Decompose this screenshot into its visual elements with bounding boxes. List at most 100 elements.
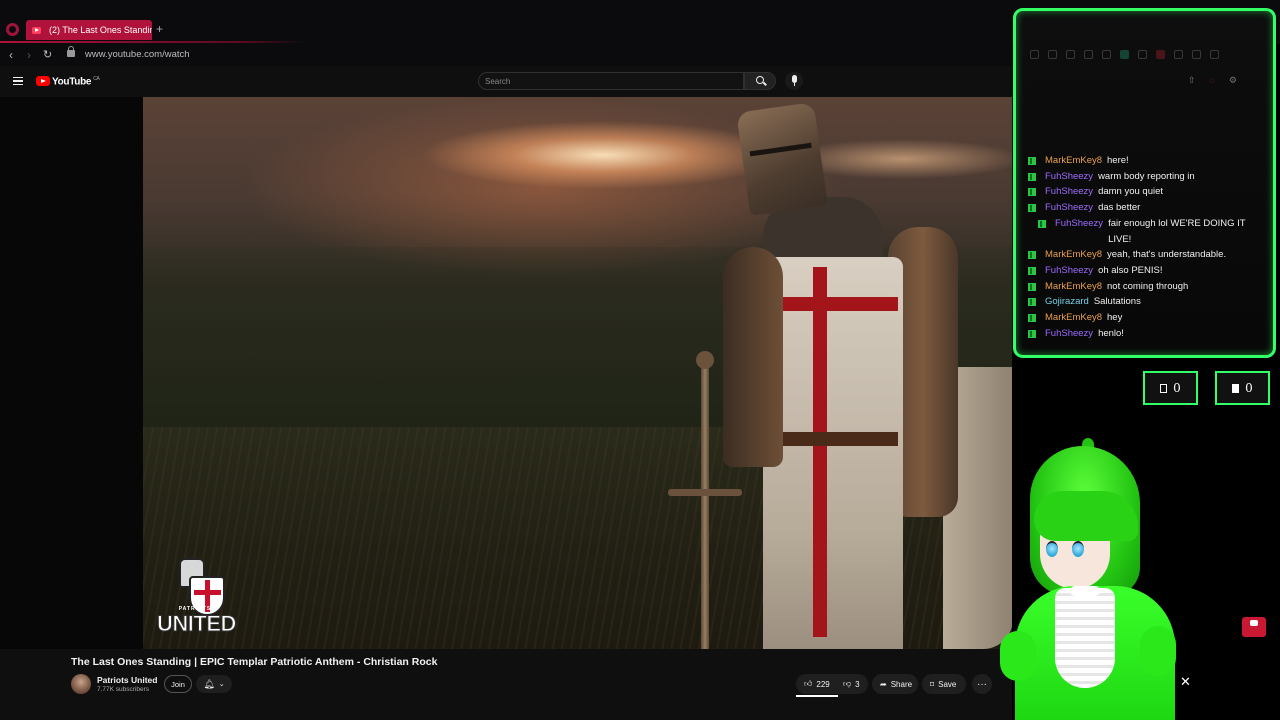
- chat-text: not coming through: [1107, 280, 1189, 292]
- badge-icon: [1028, 266, 1036, 275]
- toolbar-icon[interactable]: [1210, 50, 1219, 59]
- chat-message: MarkEmKey8 hey: [1028, 310, 1264, 326]
- chat-text: warm body reporting in: [1098, 170, 1195, 182]
- knight-belt: [768, 432, 898, 446]
- reload-icon[interactable]: ↻: [43, 48, 52, 61]
- avatar-ribbon: [1070, 586, 1100, 596]
- chat-message: MarkEmKey8 yeah, that's understandable.: [1028, 247, 1264, 263]
- avatar-eye: [1046, 541, 1058, 557]
- sword-pommel: [696, 351, 714, 369]
- chat-text: das better: [1098, 202, 1141, 214]
- share-button[interactable]: ➦ Share: [872, 674, 918, 694]
- counter-right-value: 0: [1245, 381, 1253, 395]
- helm-slit: [749, 142, 812, 157]
- badge-icon: [1028, 204, 1036, 213]
- toolbar-icon[interactable]: [1066, 50, 1075, 59]
- chat-username[interactable]: FuhSheezy: [1045, 184, 1093, 200]
- new-tab-button[interactable]: +: [156, 22, 163, 36]
- forward-icon[interactable]: ›: [27, 48, 31, 62]
- badge-icon: [1028, 157, 1036, 165]
- bell-icon: 🔔︎: [203, 678, 215, 689]
- tab-title: (2) The Last Ones Standin: [49, 25, 152, 35]
- chat-message: FuhSheezy fair enough lol WE'RE DOING IT …: [1028, 216, 1264, 247]
- badge-icon: [1028, 282, 1036, 291]
- tab-youtube[interactable]: (2) The Last Ones Standin: [26, 20, 152, 40]
- avatar-bangs: [1034, 491, 1138, 541]
- lock-icon: [67, 46, 75, 57]
- url-field[interactable]: www.youtube.com/watch: [85, 49, 190, 60]
- close-icon[interactable]: ✕: [1180, 674, 1191, 690]
- upload-icon[interactable]: ⇧: [1188, 75, 1196, 86]
- chat-text: yeah, that's understandable.: [1107, 249, 1227, 261]
- avatar-eye: [1072, 541, 1084, 557]
- chat-text: Salutations: [1093, 296, 1141, 308]
- chat-username[interactable]: FuhSheezy: [1045, 326, 1093, 342]
- chat-username[interactable]: MarkEmKey8: [1045, 247, 1102, 263]
- chat-username[interactable]: MarkEmKey8: [1045, 310, 1102, 326]
- like-button[interactable]: 👍︎ 229: [796, 674, 838, 694]
- notifications-button[interactable]: 🔔︎ ⌄: [196, 675, 232, 693]
- chat-username[interactable]: MarkEmKey8: [1045, 279, 1102, 295]
- back-icon[interactable]: ‹: [9, 48, 13, 62]
- dislike-button[interactable]: 👎︎ 3: [838, 674, 868, 694]
- search-button[interactable]: [744, 72, 776, 90]
- browser-logo-icon[interactable]: [6, 23, 19, 36]
- channel-watermark[interactable]: PATRIOTS UNITED: [157, 558, 237, 640]
- youtube-region: CA: [93, 76, 100, 82]
- toolbar-icon[interactable]: [1156, 50, 1165, 59]
- chat-message: FuhSheezy henlo!: [1028, 326, 1264, 342]
- chat-message: MarkEmKey8 not coming through: [1028, 279, 1264, 295]
- badge-icon: [1028, 172, 1036, 181]
- knight-helm: [736, 102, 828, 216]
- chat-username[interactable]: FuhSheezy: [1045, 200, 1093, 216]
- youtube-logo[interactable]: YouTube CA: [52, 76, 100, 87]
- channel-avatar[interactable]: [71, 674, 91, 694]
- chat-message: FuhSheezy damn you quiet: [1028, 184, 1264, 200]
- toolbar-icon[interactable]: [1102, 50, 1111, 59]
- video-player[interactable]: [143, 97, 1012, 649]
- toolbar-icon[interactable]: [1174, 50, 1183, 59]
- chat-username[interactable]: FuhSheezy: [1055, 216, 1103, 232]
- chat-username[interactable]: Gojirazard: [1045, 294, 1089, 310]
- tab-underline: [0, 41, 305, 43]
- chat-username[interactable]: FuhSheezy: [1045, 263, 1093, 279]
- avatar-collar: [1055, 588, 1115, 688]
- youtube-logo-icon[interactable]: [36, 76, 50, 86]
- chat-message: FuhSheezy oh also PENIS!: [1028, 263, 1264, 279]
- toolbar-icon[interactable]: [1030, 50, 1039, 59]
- mic-icon[interactable]: [785, 72, 803, 90]
- search-icon: [756, 76, 764, 84]
- toolbar-icon[interactable]: [1084, 50, 1093, 59]
- toolbar-icon[interactable]: [1138, 50, 1147, 59]
- menu-icon[interactable]: [13, 77, 23, 85]
- chat-message: FuhSheezy warm body reporting in: [1028, 169, 1264, 185]
- toolbar-icon[interactable]: [1192, 50, 1201, 59]
- knight-tabard: [763, 257, 903, 649]
- toolbar-icon[interactable]: [1048, 50, 1057, 59]
- search-input[interactable]: Search: [478, 72, 744, 90]
- chat-message-list: MarkEmKey8 here! FuhSheezy warm body repor…: [1028, 153, 1264, 341]
- chat-username[interactable]: MarkEmKey8: [1045, 153, 1102, 169]
- dislike-count: 3: [855, 679, 860, 689]
- vtuber-avatar: [1000, 436, 1200, 720]
- like-underline: [796, 695, 838, 697]
- dislike-icon: 👎︎: [843, 679, 852, 688]
- channel-name[interactable]: Patriots United: [97, 675, 157, 685]
- subscriber-count: 7.77K subscribers: [97, 686, 150, 693]
- chat-username[interactable]: FuhSheezy: [1045, 169, 1093, 185]
- save-button[interactable]: ⌑ Save: [922, 674, 966, 694]
- chat-toolbar: [1030, 50, 1260, 62]
- join-button[interactable]: Join: [164, 675, 192, 693]
- chat-text: here!: [1107, 155, 1129, 166]
- badge-icon: [1038, 219, 1046, 228]
- chat-text: oh also PENIS!: [1098, 264, 1163, 276]
- chevron-down-icon: ⌄: [218, 681, 225, 688]
- settings-icon[interactable]: ⚙: [1229, 75, 1237, 86]
- more-icon[interactable]: ···: [972, 674, 992, 694]
- alert-icon[interactable]: ◌: [1210, 75, 1215, 86]
- toolbar-icon[interactable]: [1120, 50, 1129, 59]
- subscribe-icon[interactable]: [1242, 617, 1266, 637]
- page-margin: [0, 97, 143, 649]
- share-label: Share: [890, 679, 913, 689]
- counter-left: 0: [1143, 371, 1198, 405]
